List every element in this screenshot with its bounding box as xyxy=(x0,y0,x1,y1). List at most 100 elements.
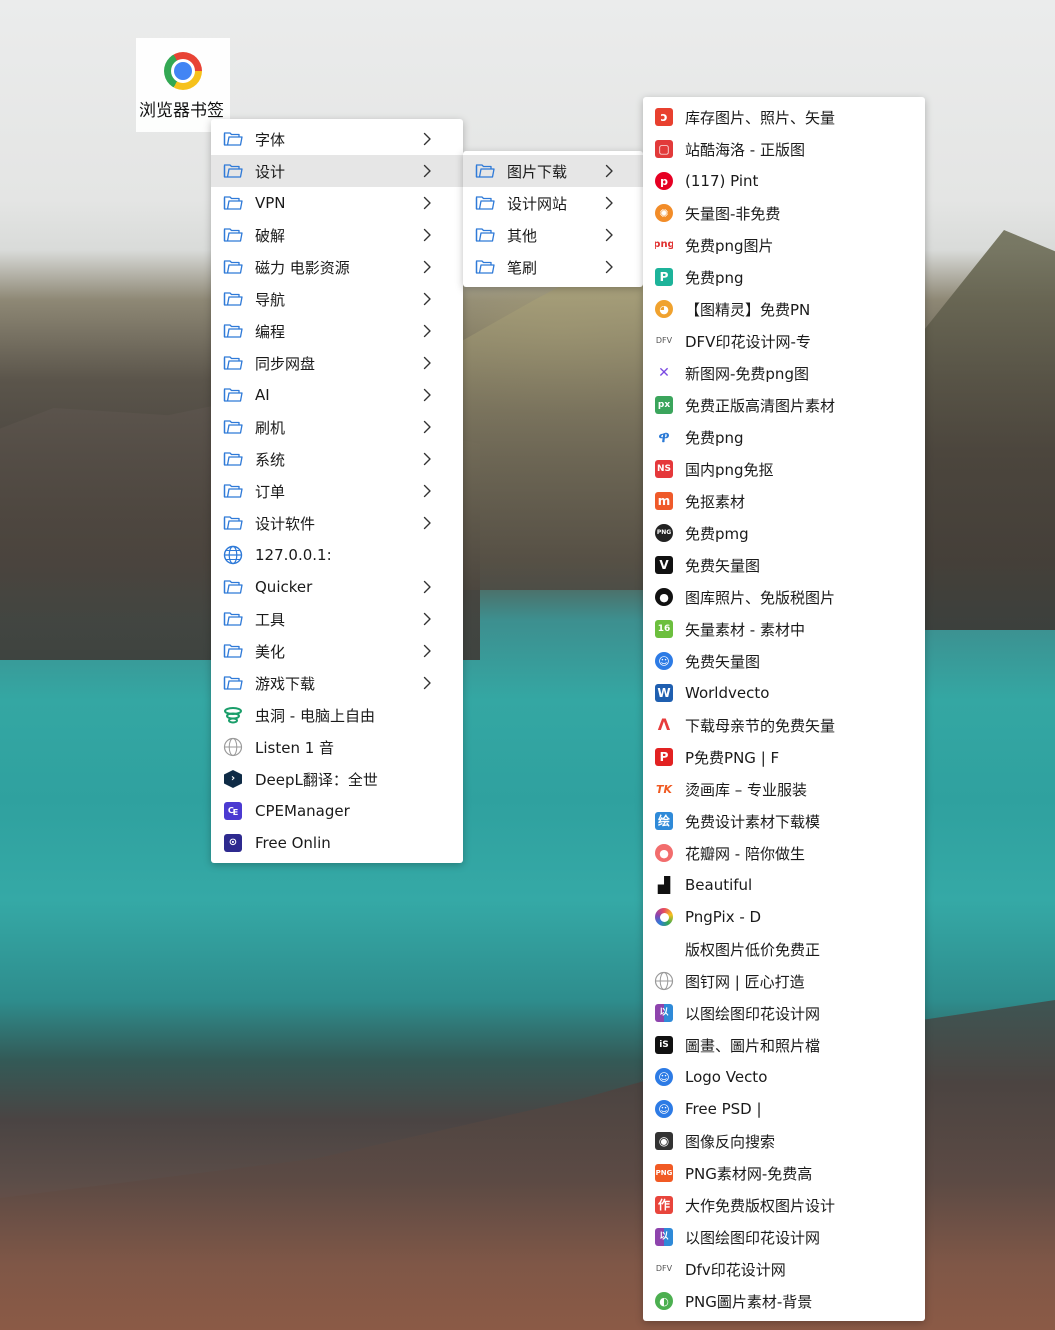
menu1-item-9[interactable]: 刷机 xyxy=(211,411,463,443)
menu1-item-1[interactable]: 设计 xyxy=(211,155,463,187)
menu2-item-2[interactable]: 其他 xyxy=(463,219,643,251)
menu1-item-label: 虫洞 - 电脑上自由 xyxy=(255,706,375,725)
menu1-item-14[interactable]: Quicker xyxy=(211,571,463,603)
menu3-item-21[interactable]: TK 烫画库 – 专业服装 xyxy=(643,773,925,805)
chevron-right-icon xyxy=(419,676,435,690)
menu1-item-15[interactable]: 工具 xyxy=(211,603,463,635)
green-swirl-favicon: ◐ xyxy=(654,1291,674,1311)
menu3-item-33[interactable]: PNG PNG素材网-免费高 xyxy=(643,1157,925,1189)
menu3-item-12[interactable]: m 免抠素材 xyxy=(643,485,925,517)
png-text-favicon: png xyxy=(655,239,673,250)
menu3-item-label: 大作免费版权图片设计 xyxy=(685,1196,836,1215)
menu3-item-9[interactable]: px 免费正版高清图片素材 xyxy=(643,389,925,421)
menu3-item-16[interactable]: 16 矢量素材 - 素材中 xyxy=(643,613,925,645)
chevron-right-icon xyxy=(601,260,617,274)
menu3-item-2[interactable]: p (117) Pint xyxy=(643,165,925,197)
browser-bookmarks-shortcut[interactable]: 浏览器书签 xyxy=(136,38,230,132)
menu1-item-5[interactable]: 导航 xyxy=(211,283,463,315)
menu3-item-4[interactable]: png 免费png图片 xyxy=(643,229,925,261)
menu3-item-22[interactable]: 绘免费设计素材下载模 xyxy=(643,805,925,837)
menu1-item-4[interactable]: 磁力 电影资源 xyxy=(211,251,463,283)
dfv-text-favicon: DFV xyxy=(655,1264,673,1273)
menu1-item-7[interactable]: 同步网盘 xyxy=(211,347,463,379)
menu3-item-5[interactable]: P 免费png xyxy=(643,261,925,293)
menu3-item-13[interactable]: PNG 免费pmg xyxy=(643,517,925,549)
menu3-item-label: 版权图片低价免费正 xyxy=(685,940,821,959)
rainbow-ring-favicon xyxy=(654,907,674,927)
menu1-item-11[interactable]: 订单 xyxy=(211,475,463,507)
menu3-item-3[interactable]: ✺ 矢量图-非免费 xyxy=(643,197,925,229)
menu3-item-24[interactable]: ▟ Beautiful xyxy=(643,869,925,901)
chevron-right-icon xyxy=(419,164,435,178)
menu3-item-36[interactable]: DFV Dfv印花设计网 xyxy=(643,1253,925,1285)
menu3-item-8[interactable]: ✕ 新图网-免费png图 xyxy=(643,357,925,389)
menu1-item-2[interactable]: VPN xyxy=(211,187,463,219)
menu1-item-label: VPN xyxy=(255,194,286,212)
menu3-item-19[interactable]: Λ 下载母亲节的免费矢量 xyxy=(643,709,925,741)
menu1-item-21[interactable]: ₠ CPEManager xyxy=(211,795,463,827)
menu1-item-8[interactable]: AI xyxy=(211,379,463,411)
png-orange-favicon: PNG xyxy=(654,1163,674,1183)
menu3-item-26[interactable]: 版权图片低价免费正 xyxy=(643,933,925,965)
menu3-item-23[interactable]: ● 花瓣网 - 陪你做生 xyxy=(643,837,925,869)
menu3-item-11[interactable]: NS 国内png免抠 xyxy=(643,453,925,485)
menu3-item-14[interactable]: V 免费矢量图 xyxy=(643,549,925,581)
menu3-item-30[interactable]: ☺ Logo Vecto xyxy=(643,1061,925,1093)
menu3-item-6[interactable]: ◕ 【图精灵】免费PN xyxy=(643,293,925,325)
menu3-item-7[interactable]: DFV DFV印花设计网-专 xyxy=(643,325,925,357)
menu1-item-10[interactable]: 系统 xyxy=(211,443,463,475)
menu3-item-20[interactable]: P P免费PNG | F xyxy=(643,741,925,773)
blue-leaf-favicon: ዋ xyxy=(658,428,670,446)
menu1-item-20[interactable]: › DeepL翻译：全世 xyxy=(211,763,463,795)
menu3-item-29[interactable]: iS 圖畫、圖片和照片檔 xyxy=(643,1029,925,1061)
menu2-item-1[interactable]: 设计网站 xyxy=(463,187,643,219)
chevron-right-icon xyxy=(419,484,435,498)
menu3-item-label: 库存图片、照片、矢量 xyxy=(685,108,836,127)
folder-icon xyxy=(475,193,495,213)
multicolor-grid-favicon: 以 xyxy=(654,1227,674,1247)
globe-gray-icon xyxy=(223,737,243,757)
menu3-item-label: 矢量素材 - 素材中 xyxy=(685,620,805,639)
menu2-item-0[interactable]: 图片下载 xyxy=(463,155,643,187)
menu3-item-27[interactable]: 图钉网 | 匠心打造 xyxy=(643,965,925,997)
menu3-item-label: 以图绘图印花设计网 xyxy=(685,1004,821,1023)
menu3-item-15[interactable]: ● 图库照片、免版税图片 xyxy=(643,581,925,613)
istock-favicon: iS xyxy=(654,1035,674,1055)
menu1-item-3[interactable]: 破解 xyxy=(211,219,463,251)
menu3-item-label: Dfv印花设计网 xyxy=(685,1260,786,1279)
menu3-item-1[interactable]: ▢ 站酷海洛 - 正版图 xyxy=(643,133,925,165)
menu3-item-31[interactable]: ☺ Free PSD | xyxy=(643,1093,925,1125)
menu3-item-17[interactable]: ☺ 免费矢量图 xyxy=(643,645,925,677)
menu3-item-label: 免费pmg xyxy=(685,524,749,543)
menu3-item-32[interactable]: ◉ 图像反向搜索 xyxy=(643,1125,925,1157)
menu1-item-6[interactable]: 编程 xyxy=(211,315,463,347)
menu3-item-10[interactable]: ዋ 免费png xyxy=(643,421,925,453)
blue-robot-favicon: ☺ xyxy=(654,1067,674,1087)
blue-robot-favicon: ☺ xyxy=(654,1099,674,1119)
red-ns-favicon: NS xyxy=(654,459,674,479)
menu1-item-label: 设计 xyxy=(255,162,286,181)
menu3-item-label: PNG圖片素材-背景 xyxy=(685,1292,813,1311)
menu1-item-22[interactable]: ⊙ Free Onlin xyxy=(211,827,463,859)
menu1-item-18[interactable]: 虫洞 - 电脑上自由 xyxy=(211,699,463,731)
folder-icon xyxy=(223,225,243,245)
menu3-item-0[interactable]: ɔ 库存图片、照片、矢量 xyxy=(643,101,925,133)
menu3-item-25[interactable]: PngPix - D xyxy=(643,901,925,933)
menu1-item-13[interactable]: 127.0.0.1: xyxy=(211,539,463,571)
menu3-item-34[interactable]: 作大作免费版权图片设计 xyxy=(643,1189,925,1221)
menu1-item-0[interactable]: 字体 xyxy=(211,123,463,155)
menu1-item-19[interactable]: Listen 1 音 xyxy=(211,731,463,763)
menu3-item-label: 圖畫、圖片和照片檔 xyxy=(685,1036,821,1055)
menu3-item-35[interactable]: 以以图绘图印花设计网 xyxy=(643,1221,925,1253)
menu3-item-37[interactable]: ◐ PNG圖片素材-背景 xyxy=(643,1285,925,1317)
menu1-item-16[interactable]: 美化 xyxy=(211,635,463,667)
menu3-item-18[interactable]: W Worldvecto xyxy=(643,677,925,709)
blank-favicon xyxy=(654,939,674,959)
folder-icon xyxy=(223,481,243,501)
menu1-item-12[interactable]: 设计软件 xyxy=(211,507,463,539)
folder-icon xyxy=(223,417,243,437)
menu2-item-3[interactable]: 笔刷 xyxy=(463,251,643,283)
red-zuo-favicon: 作 xyxy=(654,1195,674,1215)
menu3-item-28[interactable]: 以以图绘图印花设计网 xyxy=(643,997,925,1029)
menu1-item-17[interactable]: 游戏下载 xyxy=(211,667,463,699)
